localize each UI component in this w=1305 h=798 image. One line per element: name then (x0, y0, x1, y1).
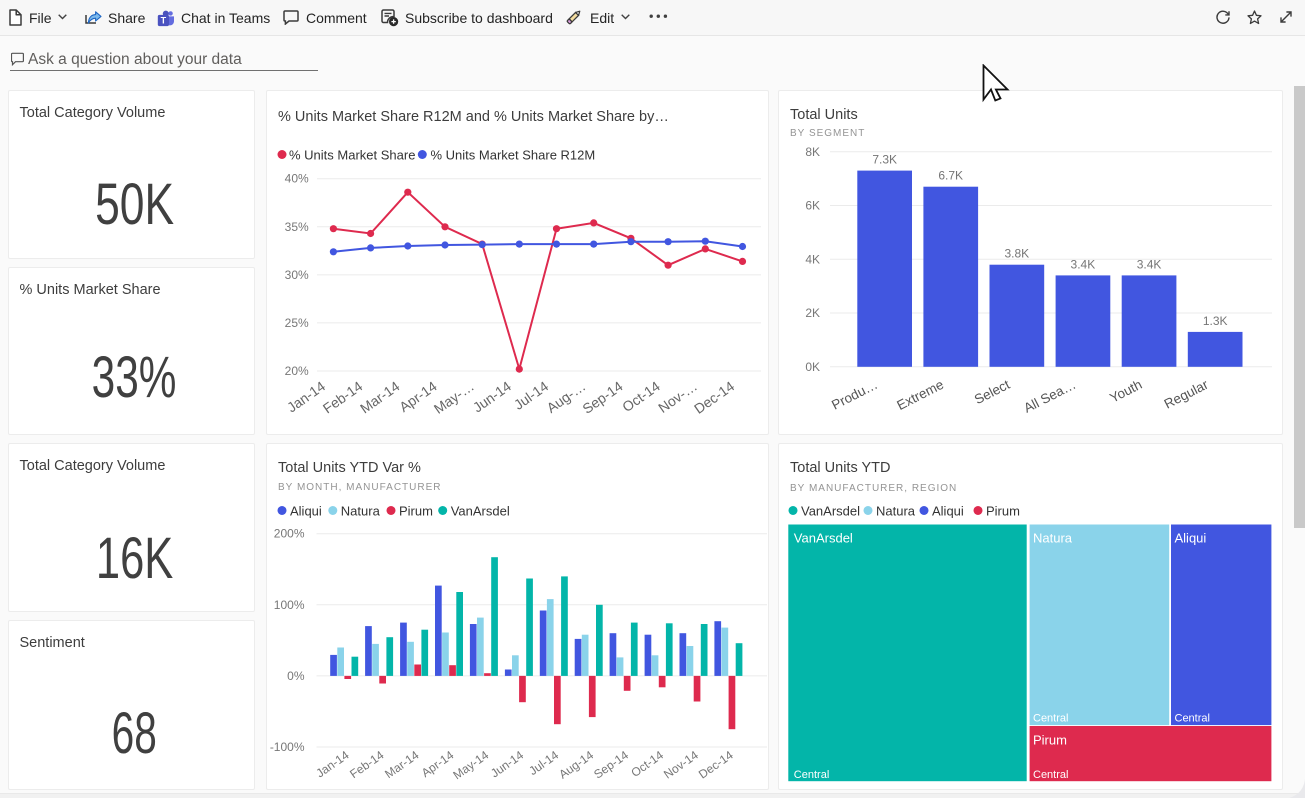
svg-text:Central: Central (1175, 713, 1210, 725)
svg-text:25%: 25% (285, 316, 309, 330)
svg-text:Pirum: Pirum (1033, 733, 1067, 748)
svg-text:0K: 0K (805, 360, 820, 374)
svg-text:35%: 35% (285, 220, 309, 234)
svg-text:Nov-…: Nov-… (655, 378, 700, 416)
svg-text:T: T (161, 15, 167, 25)
svg-text:% Units Market Share: % Units Market Share (289, 148, 415, 163)
svg-text:7.3K: 7.3K (872, 153, 897, 167)
svg-text:BY SEGMENT: BY SEGMENT (790, 128, 865, 139)
svg-text:3.4K: 3.4K (1071, 257, 1096, 271)
svg-text:VanArsdel: VanArsdel (451, 504, 510, 519)
svg-text:Total Units: Total Units (790, 107, 858, 123)
svg-text:Dec-14: Dec-14 (691, 378, 737, 417)
svg-text:Regular: Regular (1162, 377, 1211, 412)
svg-text:All Sea…: All Sea… (1021, 377, 1078, 416)
svg-text:100%: 100% (274, 598, 305, 612)
svg-text:Aug-…: Aug-… (544, 378, 589, 416)
svg-text:Central: Central (1033, 713, 1068, 725)
svg-text:Jun-14: Jun-14 (470, 378, 514, 416)
svg-text:Aug-14: Aug-14 (556, 748, 596, 782)
svg-text:Apr-14: Apr-14 (419, 748, 457, 780)
svg-text:Mar-14: Mar-14 (382, 748, 421, 781)
svg-text:May-…: May-… (431, 378, 477, 417)
svg-text:May-14: May-14 (450, 748, 491, 783)
svg-text:Jan-14: Jan-14 (284, 378, 328, 416)
svg-text:6.7K: 6.7K (938, 169, 963, 183)
svg-text:Aliqui: Aliqui (932, 504, 964, 519)
svg-text:VanArsdel: VanArsdel (794, 530, 853, 545)
svg-text:Aliqui: Aliqui (290, 504, 322, 519)
svg-text:BY MONTH, MANUFACTURER: BY MONTH, MANUFACTURER (278, 482, 442, 493)
svg-text:Apr-14: Apr-14 (396, 378, 440, 415)
svg-text:Jun-14: Jun-14 (488, 748, 526, 781)
svg-text:3.4K: 3.4K (1137, 257, 1162, 271)
svg-text:Aliqui: Aliqui (1175, 530, 1207, 545)
svg-text:Youth: Youth (1107, 377, 1144, 406)
svg-text:% Units Market Share R12M and: % Units Market Share R12M and % Units Ma… (278, 109, 669, 125)
svg-text:BY MANUFACTURER, REGION: BY MANUFACTURER, REGION (790, 483, 957, 494)
svg-text:Natura: Natura (1033, 530, 1073, 545)
svg-text:Feb-14: Feb-14 (347, 748, 386, 781)
svg-text:Total Units YTD Var %: Total Units YTD Var % (278, 460, 421, 476)
svg-text:6K: 6K (805, 199, 820, 213)
svg-text:20%: 20% (285, 364, 309, 378)
svg-text:30%: 30% (285, 268, 309, 282)
svg-text:VanArsdel: VanArsdel (801, 504, 860, 519)
svg-text:Sep-14: Sep-14 (591, 748, 631, 782)
svg-text:Mar-14: Mar-14 (357, 378, 403, 417)
svg-text:Total Units YTD: Total Units YTD (790, 460, 890, 476)
svg-text:Natura: Natura (876, 504, 916, 519)
svg-text:Jan-14: Jan-14 (313, 748, 351, 781)
svg-text:Feb-14: Feb-14 (320, 378, 366, 417)
svg-text:Produ…: Produ… (829, 377, 880, 413)
svg-text:8K: 8K (805, 145, 820, 159)
svg-text:% Units Market Share R12M: % Units Market Share R12M (431, 148, 596, 163)
svg-text:200%: 200% (274, 527, 305, 541)
svg-text:1.3K: 1.3K (1203, 314, 1228, 328)
svg-text:Jul-14: Jul-14 (526, 748, 561, 778)
svg-text:Nov-14: Nov-14 (661, 748, 701, 782)
svg-text:Natura: Natura (341, 504, 381, 519)
svg-text:3.8K: 3.8K (1004, 247, 1029, 261)
svg-text:Select: Select (972, 377, 1012, 408)
svg-text:Central: Central (794, 769, 829, 781)
svg-text:Oct-14: Oct-14 (628, 748, 666, 780)
svg-text:Central: Central (1033, 769, 1068, 781)
svg-text:Pirum: Pirum (986, 504, 1020, 519)
svg-text:4K: 4K (805, 252, 820, 266)
svg-text:Pirum: Pirum (399, 504, 433, 519)
svg-text:-100%: -100% (270, 740, 305, 754)
svg-text:Oct-14: Oct-14 (619, 378, 663, 415)
svg-text:40%: 40% (285, 172, 309, 186)
svg-text:Extreme: Extreme (894, 377, 946, 413)
svg-text:Dec-14: Dec-14 (696, 748, 736, 782)
svg-text:0%: 0% (287, 669, 305, 683)
svg-text:Sep-14: Sep-14 (579, 378, 625, 417)
svg-text:Jul-14: Jul-14 (511, 378, 552, 413)
svg-text:2K: 2K (805, 306, 820, 320)
